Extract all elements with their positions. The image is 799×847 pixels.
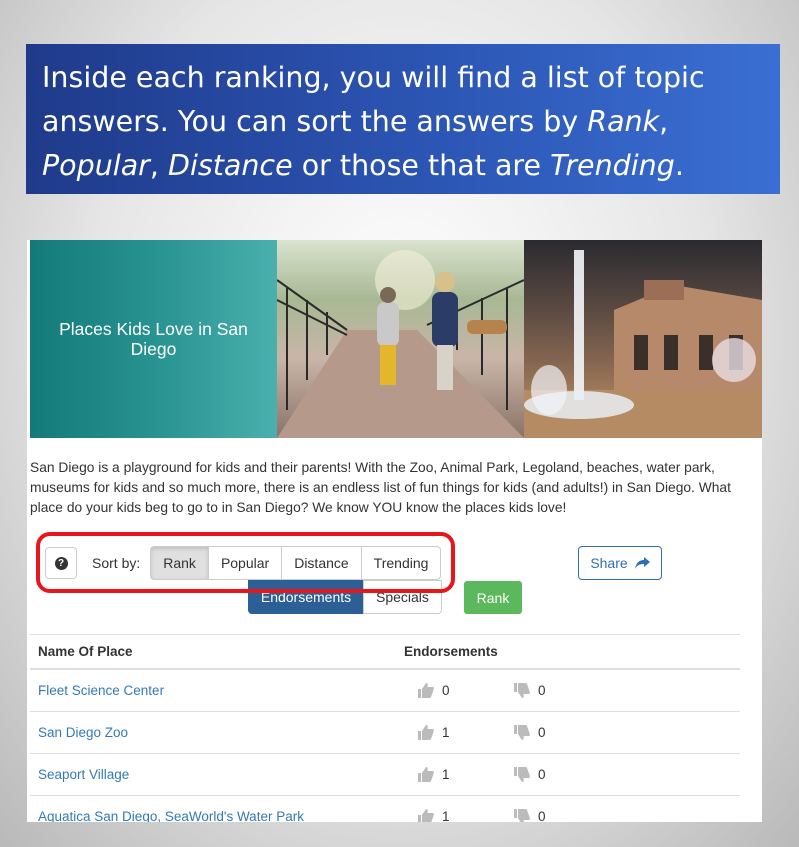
column-header-name: Name Of Place bbox=[38, 644, 133, 659]
endorse-up-count: 1 bbox=[442, 725, 450, 740]
endorse-down[interactable]: 0 bbox=[514, 809, 546, 822]
endorse-up-count: 1 bbox=[442, 767, 450, 782]
table-row: Fleet Science Center 0 0 bbox=[30, 670, 740, 712]
sort-highlight-outline bbox=[36, 532, 455, 593]
endorse-down[interactable]: 0 bbox=[514, 725, 546, 740]
endorse-down[interactable]: 0 bbox=[514, 767, 546, 782]
places-table: Name Of Place Endorsements Fleet Science… bbox=[30, 634, 740, 822]
kids-on-bridge-photo bbox=[277, 240, 524, 438]
endorse-up-count: 1 bbox=[442, 809, 450, 822]
table-row: Seaport Village 1 0 bbox=[30, 754, 740, 796]
ranking-page-screenshot: Places Kids Love in San Diego San Diego … bbox=[27, 240, 762, 822]
share-label: Share bbox=[590, 555, 628, 571]
thumbs-down-icon bbox=[514, 767, 530, 782]
endorse-down-count: 0 bbox=[538, 683, 546, 698]
instruction-callout: Inside each ranking, you will find a lis… bbox=[26, 44, 780, 194]
callout-text: , bbox=[659, 105, 669, 138]
endorse-down-count: 0 bbox=[538, 725, 546, 740]
endorse-up[interactable]: 1 bbox=[414, 767, 514, 782]
endorse-down[interactable]: 0 bbox=[514, 683, 546, 698]
endorse-up-count: 0 bbox=[442, 683, 450, 698]
share-button[interactable]: Share bbox=[578, 546, 662, 580]
thumbs-up-icon bbox=[418, 725, 434, 740]
place-link[interactable]: Fleet Science Center bbox=[30, 683, 414, 698]
thumbs-up-icon bbox=[418, 683, 434, 698]
ranking-banner: Places Kids Love in San Diego bbox=[30, 240, 762, 438]
endorse-down-count: 0 bbox=[538, 767, 546, 782]
ranking-description: San Diego is a playground for kids and t… bbox=[30, 460, 731, 515]
callout-text: , bbox=[149, 149, 169, 182]
endorse-up[interactable]: 0 bbox=[414, 683, 514, 698]
rank-button[interactable]: Rank bbox=[464, 581, 522, 614]
share-arrow-icon bbox=[634, 556, 650, 569]
thumbs-down-icon bbox=[514, 683, 530, 698]
fountain-building-photo bbox=[524, 240, 762, 438]
table-row: Aquatica San Diego, SeaWorld's Water Par… bbox=[30, 796, 740, 822]
callout-text: . bbox=[674, 149, 684, 182]
table-row: San Diego Zoo 1 0 bbox=[30, 712, 740, 754]
table-header: Name Of Place Endorsements bbox=[30, 634, 740, 670]
column-header-endorsements: Endorsements bbox=[404, 644, 498, 659]
thumbs-down-icon bbox=[514, 725, 530, 740]
place-link[interactable]: Aquatica San Diego, SeaWorld's Water Par… bbox=[30, 809, 414, 822]
ranking-title: Places Kids Love in San Diego bbox=[30, 240, 277, 438]
callout-popular-term: Popular bbox=[42, 149, 150, 182]
endorse-up[interactable]: 1 bbox=[414, 725, 514, 740]
place-link[interactable]: San Diego Zoo bbox=[30, 725, 414, 740]
thumbs-down-icon bbox=[514, 809, 530, 822]
callout-rank-term: Rank bbox=[587, 105, 660, 138]
callout-trending-term: Trending bbox=[550, 149, 675, 182]
callout-distance-term: Distance bbox=[168, 149, 293, 182]
endorse-up[interactable]: 1 bbox=[414, 809, 514, 822]
thumbs-up-icon bbox=[418, 809, 434, 822]
thumbs-up-icon bbox=[418, 767, 434, 782]
callout-text: or those that are bbox=[292, 149, 551, 182]
place-link[interactable]: Seaport Village bbox=[30, 767, 414, 782]
endorse-down-count: 0 bbox=[538, 809, 546, 822]
